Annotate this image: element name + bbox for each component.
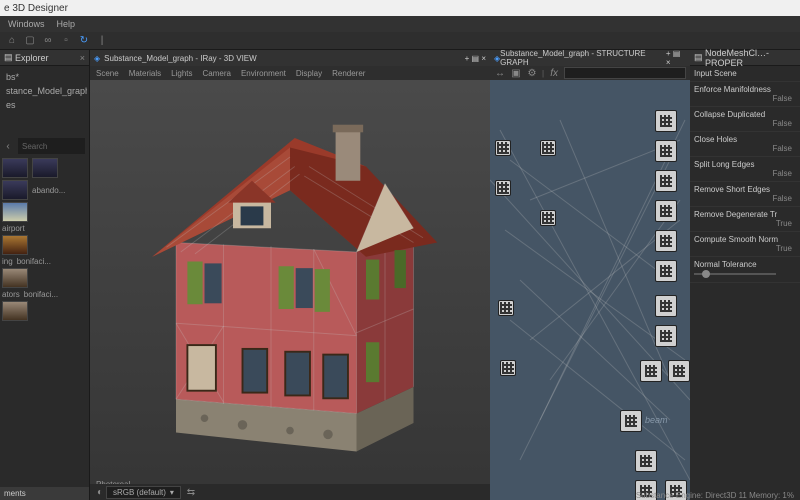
refresh-icon[interactable]: ↻ — [78, 35, 90, 47]
home-icon[interactable]: ⌂ — [6, 35, 18, 47]
vp-menu-display[interactable]: Display — [296, 69, 322, 78]
prop-close-holes[interactable]: Close HolesFalse — [690, 132, 800, 157]
graph-node[interactable] — [620, 410, 642, 432]
list-item[interactable]: atorsbonifaci... — [2, 290, 87, 299]
vp-menu-environment[interactable]: Environment — [241, 69, 286, 78]
list-item[interactable] — [2, 301, 87, 321]
prop-remove-degenerate[interactable]: Remove Degenerate TrTrue — [690, 207, 800, 232]
tree-item[interactable]: stance_Model_graph — [2, 84, 87, 98]
tree-item[interactable]: es — [2, 98, 87, 112]
fx-icon[interactable]: fx — [548, 67, 560, 79]
menu-help[interactable]: Help — [57, 19, 76, 29]
viewport-menu: Scene Materials Lights Camera Environmen… — [90, 66, 490, 80]
explorer-header: ▤ Explorer × — [0, 50, 89, 66]
chevron-left-icon[interactable]: ‹ — [2, 140, 14, 152]
colorspace-dropdown[interactable]: sRGB (default)▾ — [106, 486, 181, 499]
tree-item[interactable]: bs* — [2, 70, 87, 84]
list-item[interactable] — [2, 268, 87, 288]
graph-node[interactable] — [655, 260, 677, 282]
graph-node[interactable] — [495, 140, 511, 156]
graph-tab[interactable]: ◈ Substance_Model_graph - STRUCTURE GRAP… — [490, 50, 690, 66]
library-panel: ‹ Search abando... airport ingbonifaci..… — [0, 136, 89, 500]
save-icon[interactable]: ▫ — [60, 35, 72, 47]
graph-node[interactable] — [495, 180, 511, 196]
prop-normal-tolerance[interactable]: Normal Tolerance — [690, 257, 800, 283]
graph-node[interactable] — [655, 325, 677, 347]
prop-split-long-edges[interactable]: Split Long EdgesFalse — [690, 157, 800, 182]
close-icon[interactable]: × — [80, 53, 85, 63]
graph-node[interactable] — [500, 360, 516, 376]
graph-node[interactable] — [655, 140, 677, 162]
gear-icon[interactable]: ⚙ — [526, 67, 538, 79]
chevron-down-icon: ▾ — [170, 488, 174, 497]
prop-compute-smooth-normals[interactable]: Compute Smooth NormTrue — [690, 232, 800, 257]
viewport-bottom-bar: ◐ sRGB (default)▾ ⇆ — [90, 484, 490, 500]
node-label: beam — [645, 415, 668, 425]
graph-node[interactable] — [655, 295, 677, 317]
viewport-tab[interactable]: ◈ Substance_Model_graph - IRay - 3D VIEW… — [90, 50, 490, 66]
graph-canvas[interactable]: beam — [490, 80, 690, 500]
viewport-canvas[interactable]: Photoreal Iterations: 500/500 Time: 24s/… — [90, 80, 490, 500]
camera-icon[interactable]: ▣ — [510, 67, 522, 79]
prop-collapse-duplicated[interactable]: Collapse DuplicatedFalse — [690, 107, 800, 132]
link-icon[interactable]: ∞ — [42, 35, 54, 47]
library-search[interactable]: Search — [18, 138, 85, 154]
eye-icon[interactable]: ◐ — [94, 486, 106, 498]
vp-menu-materials[interactable]: Materials — [129, 69, 161, 78]
close-icon[interactable]: + ▤ × — [666, 49, 686, 67]
graph-panel: ◈ Substance_Model_graph - STRUCTURE GRAP… — [490, 50, 690, 500]
main-toolbar: ⌂ ▢ ∞ ▫ ↻ | — [0, 32, 800, 50]
app-title: e 3D Designer — [4, 3, 68, 14]
list-item[interactable] — [2, 202, 87, 222]
graph-node[interactable] — [635, 450, 657, 472]
graph-node[interactable] — [655, 170, 677, 192]
graph-node[interactable] — [540, 210, 556, 226]
house-render — [110, 100, 470, 480]
graph-node[interactable] — [640, 360, 662, 382]
prop-remove-short-edges[interactable]: Remove Short EdgesFalse — [690, 182, 800, 207]
properties-title: NodeMeshCl…-PROPER — [705, 48, 796, 68]
list-item[interactable]: abando... — [2, 180, 87, 200]
list-item[interactable]: airport — [2, 224, 87, 233]
folder-icon[interactable]: ▢ — [24, 35, 36, 47]
graph-tab-title: Substance_Model_graph - STRUCTURE GRAPH — [500, 49, 666, 67]
menubar: Windows Help — [0, 16, 800, 32]
library-tab[interactable]: ments — [0, 487, 89, 500]
lock-icon[interactable]: ⇆ — [185, 486, 197, 498]
vp-menu-scene[interactable]: Scene — [96, 69, 119, 78]
statusbar: Substance Engine: Direct3D 11 Memory: 1% — [636, 491, 794, 500]
menu-windows[interactable]: Windows — [8, 19, 45, 29]
tolerance-slider[interactable] — [694, 273, 776, 275]
graph-node[interactable] — [498, 300, 514, 316]
properties-header: ▤ NodeMeshCl…-PROPER — [690, 50, 800, 66]
explorer-title: Explorer — [15, 53, 49, 63]
graph-toolbar: ↔ ▣ ⚙ | fx — [490, 66, 690, 80]
graph-node[interactable] — [655, 230, 677, 252]
graph-node[interactable] — [668, 360, 690, 382]
prop-input-scene: Input Scene — [690, 66, 800, 82]
viewport-tab-title: Substance_Model_graph - IRay - 3D VIEW — [104, 54, 257, 63]
menu-icon[interactable]: + ▤ × — [465, 54, 486, 63]
list-item[interactable] — [2, 158, 87, 178]
list-item[interactable] — [2, 235, 87, 255]
viewport-panel: ◈ Substance_Model_graph - IRay - 3D VIEW… — [90, 50, 490, 500]
vp-menu-lights[interactable]: Lights — [171, 69, 192, 78]
vp-menu-renderer[interactable]: Renderer — [332, 69, 365, 78]
graph-node[interactable] — [540, 140, 556, 156]
list-item[interactable]: ingbonifaci... — [2, 257, 87, 266]
explorer-tree: bs* stance_Model_graph es — [0, 66, 89, 116]
properties-panel: ▤ NodeMeshCl…-PROPER Input Scene Enforce… — [690, 50, 800, 500]
window-titlebar: e 3D Designer — [0, 0, 800, 16]
graph-node[interactable] — [655, 110, 677, 132]
pin-icon[interactable]: | — [96, 35, 108, 47]
graph-expression-input[interactable] — [564, 67, 686, 79]
explorer-panel: ▤ Explorer × bs* stance_Model_graph es ‹… — [0, 50, 90, 500]
cube-icon: ◈ — [94, 54, 100, 63]
spacer-icon[interactable]: ↔ — [494, 67, 506, 79]
vp-menu-camera[interactable]: Camera — [203, 69, 231, 78]
prop-enforce-manifold[interactable]: Enforce ManifoldnessFalse — [690, 82, 800, 107]
graph-node[interactable] — [655, 200, 677, 222]
